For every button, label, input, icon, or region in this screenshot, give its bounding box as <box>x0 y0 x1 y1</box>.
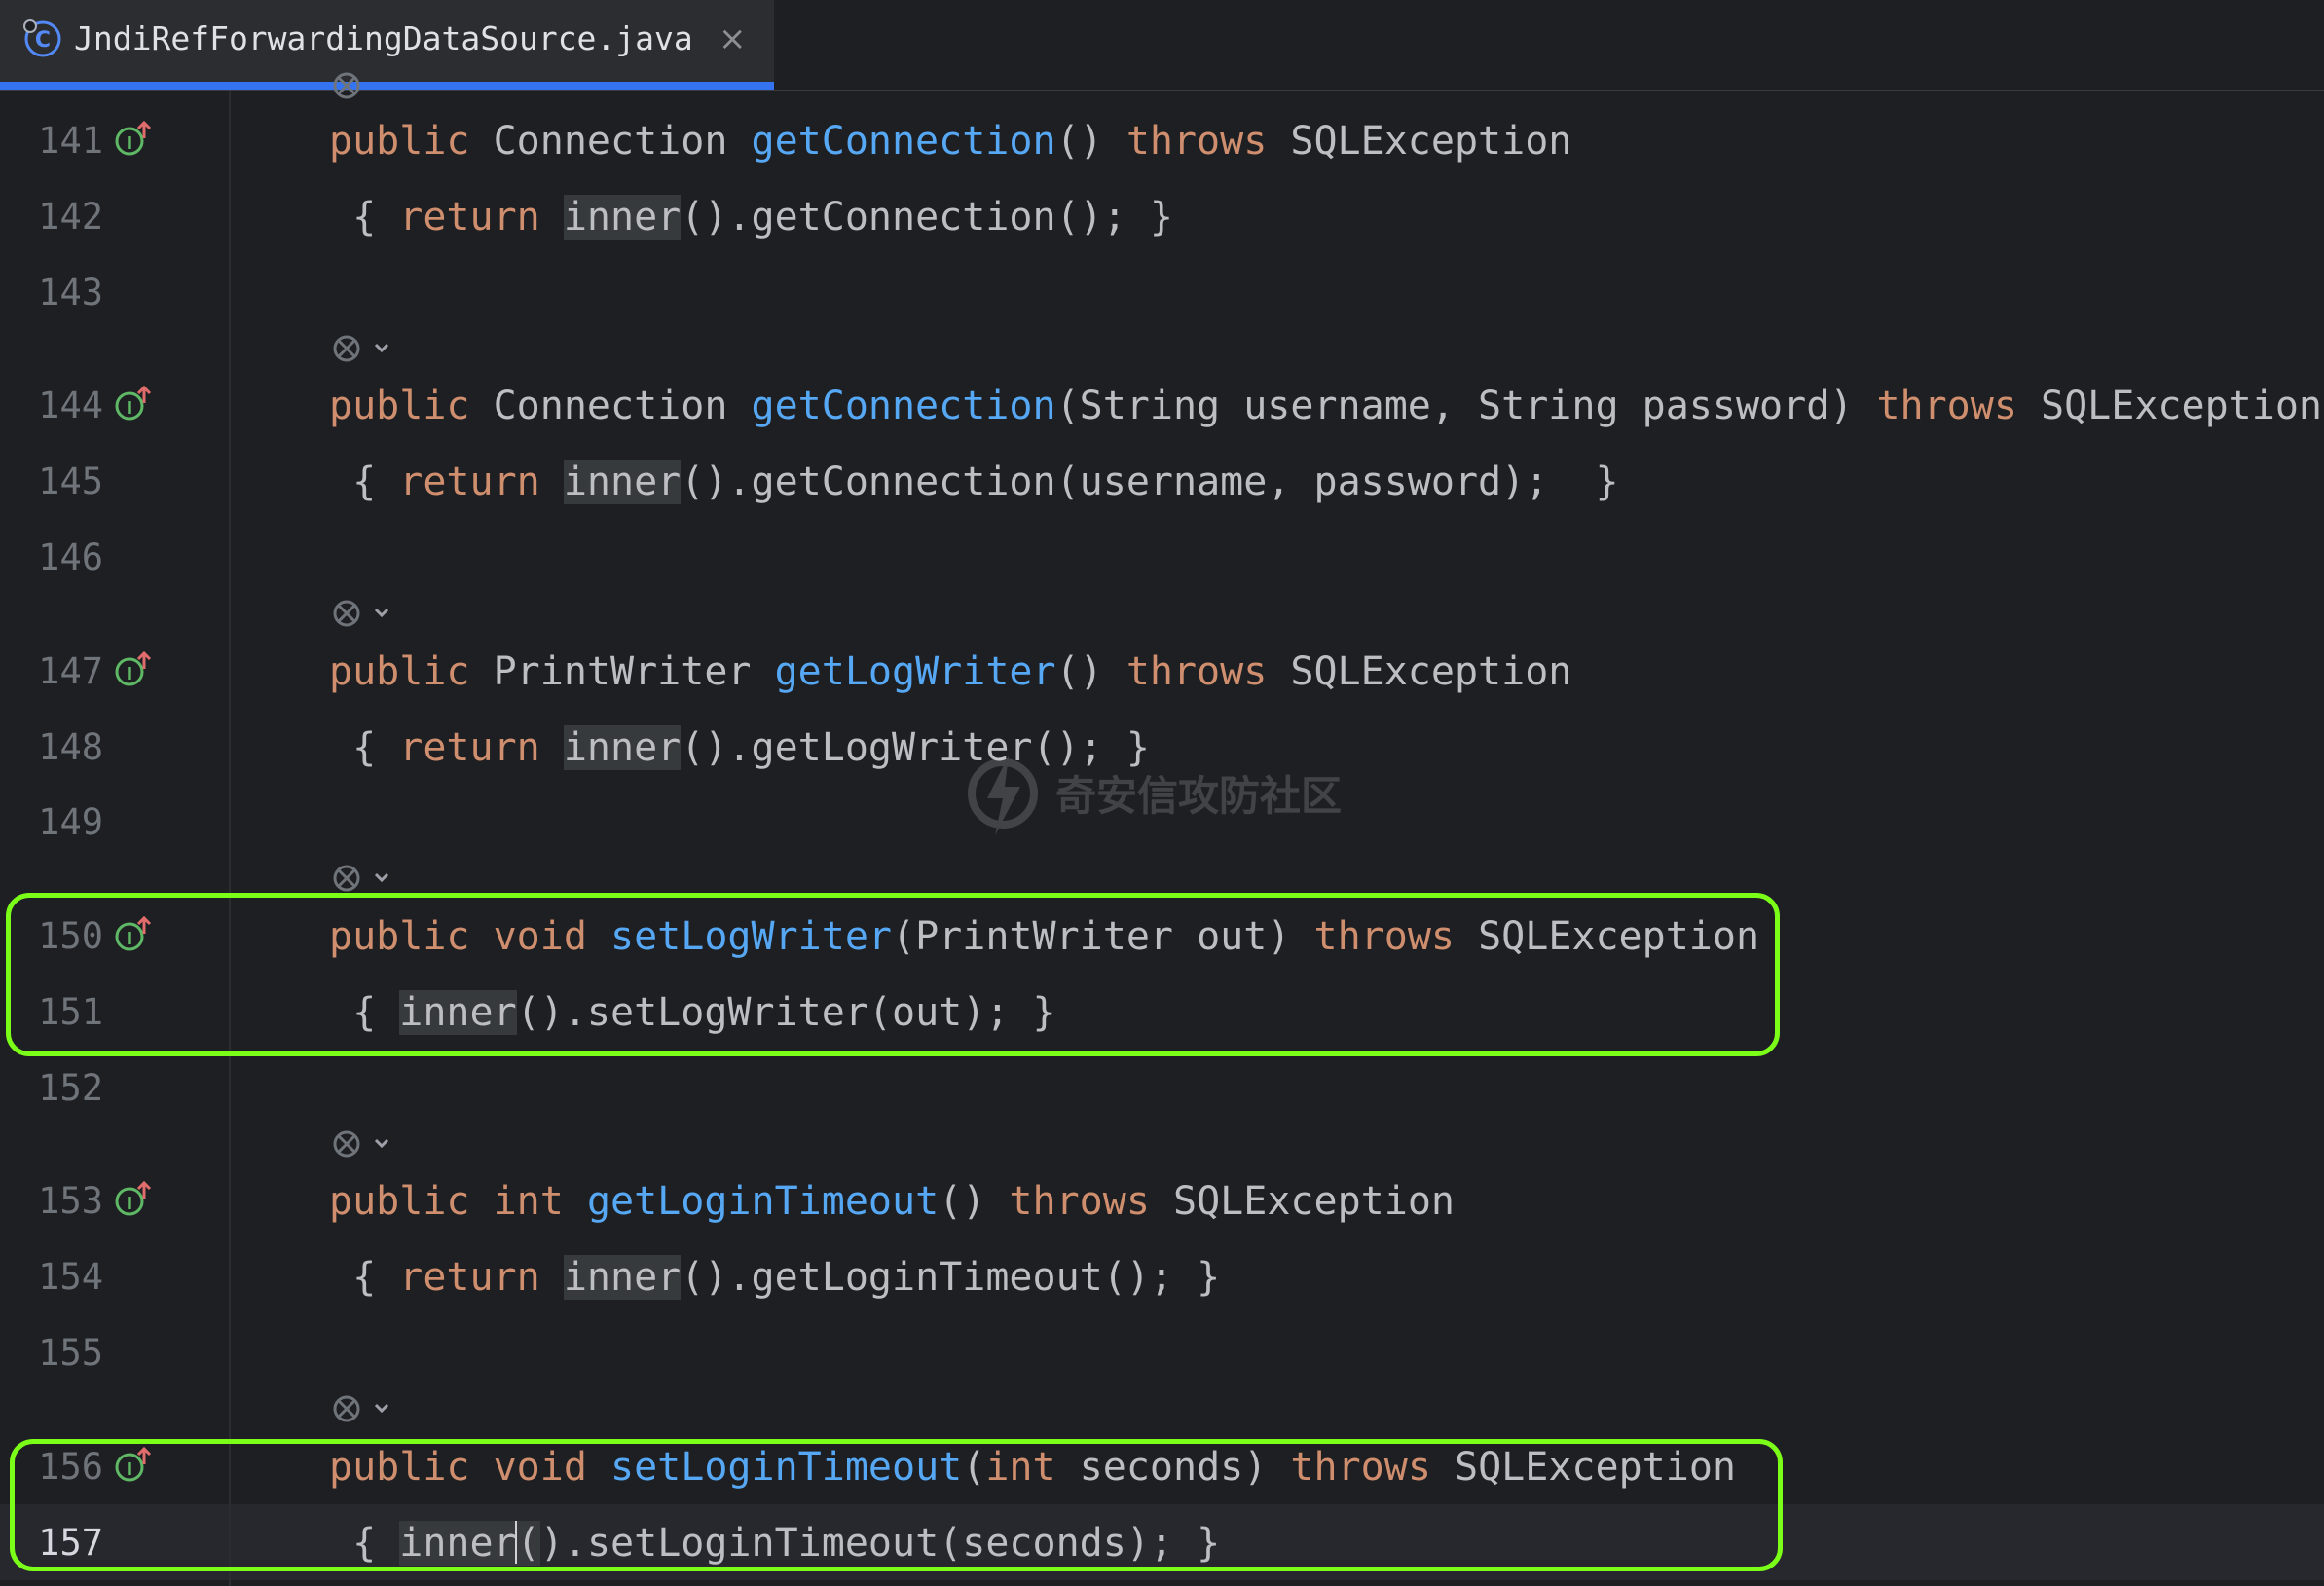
ai-assistant-hint-icon[interactable] <box>329 594 397 633</box>
ai-assistant-hint-icon[interactable] <box>329 66 397 105</box>
svg-text:I: I <box>127 1194 133 1214</box>
line-number[interactable]: 154 <box>19 1250 103 1305</box>
line-number[interactable]: 148 <box>19 720 103 775</box>
svg-text:C: C <box>35 28 51 53</box>
code-text: () <box>1055 119 1126 164</box>
keyword: throws <box>1125 649 1268 694</box>
tab-title: JndiRefForwardingDataSource.java <box>74 19 693 57</box>
code-text: SQLException <box>2016 384 2323 428</box>
code-line-147[interactable]: public PrintWriter getLogWriter() throws… <box>329 645 1571 699</box>
line-number[interactable]: 146 <box>19 531 103 585</box>
svg-text:I: I <box>127 664 133 684</box>
highlighted-usage[interactable]: inner <box>563 725 682 770</box>
keyword: public <box>329 649 470 694</box>
keyword: throws <box>1125 119 1268 164</box>
line-number[interactable]: 153 <box>19 1174 103 1229</box>
ai-assistant-hint-icon[interactable] <box>329 1389 397 1428</box>
code-text: { <box>329 725 400 770</box>
keyword: return <box>399 460 540 504</box>
code-text: ().getConnection(username, password); } <box>681 460 1619 504</box>
code-line-145[interactable]: { return inner().getConnection(username,… <box>329 455 1619 509</box>
keyword: return <box>399 725 540 770</box>
watermark: 奇安信攻防社区 <box>964 750 1373 837</box>
code-text: Connection <box>469 119 752 164</box>
code-text: SQLException <box>1149 1179 1455 1224</box>
keyword: int <box>493 1179 564 1224</box>
code-line-144[interactable]: public Connection getConnection(String u… <box>329 379 2322 433</box>
code-text: (String username, String password) <box>1055 384 1877 428</box>
line-number[interactable]: 142 <box>19 190 103 244</box>
highlight-box-setlogwriter <box>6 893 1780 1056</box>
code-text: ().getLoginTimeout(); } <box>681 1255 1221 1300</box>
close-tab-icon[interactable]: × <box>719 17 747 61</box>
implements-method-icon[interactable]: I <box>112 384 153 424</box>
code-line-141[interactable]: public Connection getConnection() throws… <box>329 114 1571 168</box>
svg-text:I: I <box>127 398 133 419</box>
line-number[interactable]: 155 <box>19 1326 103 1381</box>
line-number[interactable]: 147 <box>19 645 103 699</box>
line-number[interactable]: 145 <box>19 455 103 509</box>
line-number[interactable]: 152 <box>19 1061 103 1116</box>
keyword: throws <box>1876 384 2017 428</box>
ai-assistant-hint-icon[interactable] <box>329 859 397 898</box>
code-text: { <box>329 1255 400 1300</box>
code-text: Connection <box>469 384 752 428</box>
method-name[interactable]: getConnection <box>751 384 1055 428</box>
watermark-text: 奇安信攻防社区 <box>1055 772 1343 820</box>
code-text: { <box>329 195 400 240</box>
keyword: throws <box>1009 1179 1150 1224</box>
code-text: SQLException <box>1267 119 1572 164</box>
code-line-153[interactable]: public int getLoginTimeout() throws SQLE… <box>329 1174 1455 1229</box>
ai-assistant-hint-icon[interactable] <box>329 1125 397 1163</box>
code-line-154[interactable]: { return inner().getLoginTimeout(); } <box>329 1250 1220 1305</box>
lightning-logo-icon <box>968 756 1038 835</box>
keyword: public <box>329 119 470 164</box>
line-number[interactable]: 144 <box>19 379 103 433</box>
gutter-divider <box>229 91 231 1586</box>
code-text: ().getConnection(); } <box>681 195 1173 240</box>
highlighted-usage[interactable]: inner <box>563 195 682 240</box>
method-name[interactable]: getLoginTimeout <box>587 1179 939 1224</box>
highlighted-usage[interactable]: inner <box>563 460 682 504</box>
code-text: () <box>939 1179 1010 1224</box>
keyword: return <box>399 195 540 240</box>
keyword: public <box>329 384 470 428</box>
keyword: public <box>329 1179 470 1224</box>
implements-method-icon[interactable]: I <box>112 1179 153 1220</box>
method-name[interactable]: getConnection <box>751 119 1055 164</box>
highlighted-usage[interactable]: inner <box>563 1255 682 1300</box>
code-text: { <box>329 460 400 504</box>
java-class-icon: C <box>23 19 61 57</box>
ai-assistant-hint-icon[interactable] <box>329 329 397 368</box>
line-number[interactable]: 141 <box>19 114 103 168</box>
code-editor[interactable] <box>0 91 2324 1586</box>
implements-method-icon[interactable]: I <box>112 649 153 690</box>
highlight-box-setlogintimeout <box>10 1439 1783 1571</box>
code-text: () <box>1055 649 1126 694</box>
code-text: SQLException <box>1267 649 1572 694</box>
svg-text:I: I <box>127 133 133 154</box>
implements-method-icon[interactable]: I <box>112 119 153 160</box>
line-number[interactable]: 143 <box>19 266 103 320</box>
code-line-142[interactable]: { return inner().getConnection(); } <box>329 190 1173 244</box>
keyword: return <box>399 1255 540 1300</box>
line-number[interactable]: 149 <box>19 795 103 850</box>
method-name[interactable]: getLogWriter <box>775 649 1056 694</box>
code-text: PrintWriter <box>469 649 775 694</box>
